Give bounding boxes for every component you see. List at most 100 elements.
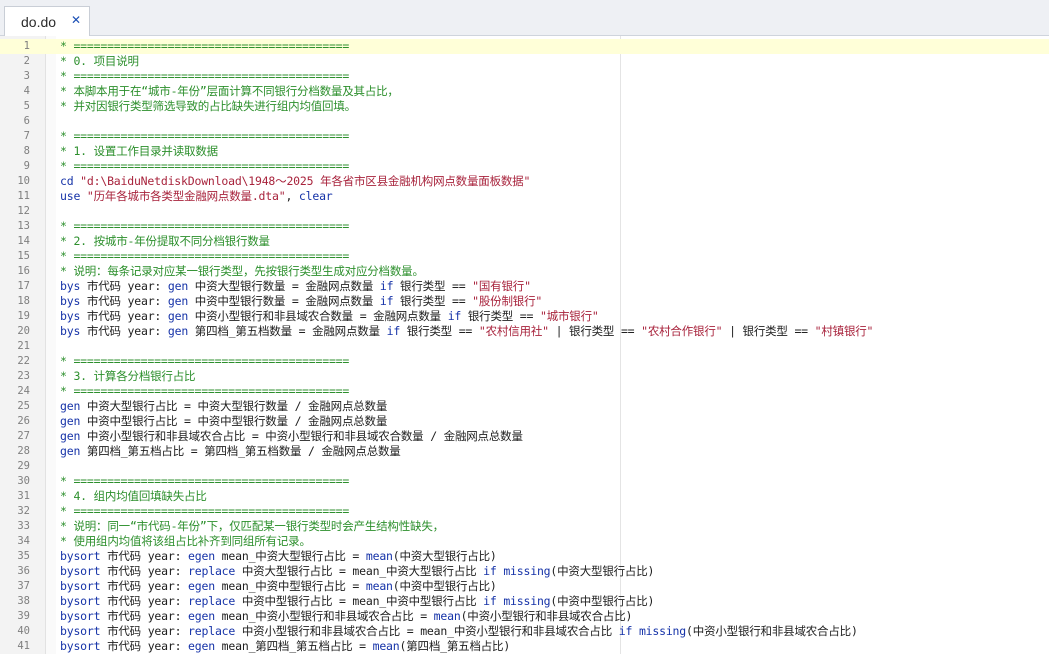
code-token-text: mean_中资小型银行和非县域农合占比 = — [221, 609, 434, 623]
code-editor[interactable]: 1 * =====================================… — [0, 36, 1049, 654]
code-token-string: "农村合作银行" — [641, 324, 723, 338]
code-line[interactable]: 21 — [0, 339, 1049, 354]
code-token-keyword: mean — [372, 639, 400, 653]
code-line[interactable]: 19 bys 市代码 year: gen 中资小型银行和非县域农合数量 = 金融网… — [0, 309, 1049, 324]
code-token-keyword: mean — [365, 549, 393, 563]
code-text: gen 中资小型银行和非县域农合占比 = 中资小型银行和非县域农合数量 / 金融… — [60, 429, 523, 444]
line-number: 11 — [17, 190, 30, 202]
code-line[interactable]: 18 bys 市代码 year: gen 中资中型银行数量 = 金融网点数量 if… — [0, 294, 1049, 309]
code-token-comment: * 2. 按城市-年份提取不同分档银行数量 — [60, 234, 270, 248]
code-line[interactable]: 22 * ====================================… — [0, 354, 1049, 369]
code-line[interactable]: 29 — [0, 459, 1049, 474]
code-token-text: 市代码 year: — [86, 294, 168, 308]
code-text: * ======================================… — [60, 159, 349, 174]
code-line[interactable]: 37 bysort 市代码 year: egen mean_中资中型银行占比 = … — [0, 579, 1049, 594]
code-token-keyword: gen — [60, 444, 87, 458]
code-token-text: 市代码 year: — [107, 639, 189, 653]
code-text: * ======================================… — [60, 39, 349, 54]
code-text: * ======================================… — [60, 249, 349, 264]
line-number: 32 — [17, 505, 30, 517]
code-token-text: 市代码 year: — [107, 594, 189, 608]
code-line[interactable]: 32 * ====================================… — [0, 504, 1049, 519]
code-token-keyword: bysort — [60, 639, 108, 653]
code-token-comment: * 使用组内均值将该组占比补齐到同组所有记录。 — [60, 534, 311, 548]
code-token-keyword: bys — [60, 279, 87, 293]
code-line[interactable]: 6 — [0, 114, 1049, 129]
code-token-comment: * ======================================… — [60, 384, 350, 398]
code-line[interactable]: 10 cd "d:\BaiduNetdiskDownload\1948～2025 … — [0, 174, 1049, 189]
code-line[interactable]: 16 * 说明：每条记录对应某一银行类型，先按银行类型生成对应分档数量。 — [0, 264, 1049, 279]
code-line[interactable]: 1 * =====================================… — [0, 39, 1049, 54]
code-token-text: mean_中资大型银行占比 = — [221, 549, 366, 563]
code-text: * 0. 项目说明 — [60, 54, 139, 69]
code-line[interactable]: 15 * ====================================… — [0, 249, 1049, 264]
code-line[interactable]: 9 * =====================================… — [0, 159, 1049, 174]
code-token-keyword: missing — [638, 624, 687, 638]
code-line[interactable]: 13 * ====================================… — [0, 219, 1049, 234]
code-token-string: "国有银行" — [472, 279, 531, 293]
code-line[interactable]: 23 * 3. 计算各分档银行占比 — [0, 369, 1049, 384]
code-token-string: "股份制银行" — [472, 294, 543, 308]
code-token-comment: * ======================================… — [60, 159, 350, 173]
line-number: 37 — [17, 580, 30, 592]
tab-do-file[interactable]: do.do ✕ — [4, 6, 90, 36]
code-line[interactable]: 38 bysort 市代码 year: replace 中资中型银行占比 = me… — [0, 594, 1049, 609]
code-line[interactable]: 35 bysort 市代码 year: egen mean_中资大型银行占比 = … — [0, 549, 1049, 564]
code-token-keyword: egen — [188, 639, 222, 653]
code-line[interactable]: 2 * 0. 项目说明 — [0, 54, 1049, 69]
code-text: * 1. 设置工作目录并读取数据 — [60, 144, 218, 159]
code-token-text: 市代码 year: — [86, 279, 168, 293]
code-line[interactable]: 7 * =====================================… — [0, 129, 1049, 144]
code-line[interactable]: 12 — [0, 204, 1049, 219]
code-token-text: | 银行类型 == — [722, 324, 815, 338]
code-line[interactable]: 4 * 本脚本用于在“城市-年份”层面计算不同银行分档数量及其占比， — [0, 84, 1049, 99]
code-line[interactable]: 40 bysort 市代码 year: replace 中资小型银行和非县域农合占… — [0, 624, 1049, 639]
code-text: use "历年各城市各类型金融网点数量.dta", clear — [60, 189, 333, 204]
code-line[interactable]: 14 * 2. 按城市-年份提取不同分档银行数量 — [0, 234, 1049, 249]
code-token-text: (第四档_第五档占比) — [399, 639, 511, 653]
code-line[interactable]: 17 bys 市代码 year: gen 中资大型银行数量 = 金融网点数量 if… — [0, 279, 1049, 294]
code-token-keyword: if — [618, 624, 639, 638]
code-line[interactable]: 11 use "历年各城市各类型金融网点数量.dta", clear — [0, 189, 1049, 204]
code-line[interactable]: 33 * 说明：同一“市代码-年份”下，仅匹配某一银行类型时会产生结构性缺失， — [0, 519, 1049, 534]
code-token-keyword: missing — [503, 594, 551, 608]
code-line[interactable]: 41 bysort 市代码 year: egen mean_第四档_第五档占比 =… — [0, 639, 1049, 654]
code-text: bysort 市代码 year: egen mean_第四档_第五档占比 = m… — [60, 639, 510, 654]
code-text: * 本脚本用于在“城市-年份”层面计算不同银行分档数量及其占比， — [60, 84, 399, 99]
code-line[interactable]: 26 gen 中资中型银行占比 = 中资中型银行数量 / 金融网点总数量 — [0, 414, 1049, 429]
code-token-text: mean_第四档_第五档占比 = — [221, 639, 373, 653]
code-token-comment: * ======================================… — [60, 504, 350, 518]
line-number: 39 — [17, 610, 30, 622]
code-line[interactable]: 24 * ====================================… — [0, 384, 1049, 399]
code-text: * 使用组内均值将该组占比补齐到同组所有记录。 — [60, 534, 311, 549]
code-line[interactable]: 25 gen 中资大型银行占比 = 中资大型银行数量 / 金融网点总数量 — [0, 399, 1049, 414]
code-line[interactable]: 31 * 4. 组内均值回填缺失占比 — [0, 489, 1049, 504]
code-line[interactable]: 3 * =====================================… — [0, 69, 1049, 84]
code-line[interactable]: 34 * 使用组内均值将该组占比补齐到同组所有记录。 — [0, 534, 1049, 549]
code-token-text: 银行类型 == — [400, 294, 473, 308]
line-number: 23 — [17, 370, 30, 382]
code-line[interactable]: 8 * 1. 设置工作目录并读取数据 — [0, 144, 1049, 159]
line-number: 22 — [17, 355, 30, 367]
code-text: * 说明：每条记录对应某一银行类型，先按银行类型生成对应分档数量。 — [60, 264, 424, 279]
code-token-comment: * 0. 项目说明 — [60, 54, 139, 68]
code-line[interactable]: 20 bys 市代码 year: gen 第四档_第五档数量 = 金融网点数量 i… — [0, 324, 1049, 339]
code-token-text: (中资小型银行和非县域农合占比) — [460, 609, 633, 623]
code-line[interactable]: 30 * ====================================… — [0, 474, 1049, 489]
line-number: 40 — [17, 625, 30, 637]
code-token-keyword: if — [386, 324, 407, 338]
code-line[interactable]: 5 * 并对因银行类型筛选导致的占比缺失进行组内均值回填。 — [0, 99, 1049, 114]
line-number: 16 — [17, 265, 30, 277]
code-token-text: 市代码 year: — [86, 324, 168, 338]
code-line[interactable]: 39 bysort 市代码 year: egen mean_中资小型银行和非县域农… — [0, 609, 1049, 624]
code-token-comment: * 并对因银行类型筛选导致的占比缺失进行组内均值回填。 — [60, 99, 356, 113]
code-token-keyword: replace — [188, 564, 242, 578]
code-line[interactable]: 36 bysort 市代码 year: replace 中资大型银行占比 = me… — [0, 564, 1049, 579]
code-token-keyword: if — [379, 294, 401, 308]
code-token-keyword: bysort — [60, 594, 108, 608]
code-line[interactable]: 27 gen 中资小型银行和非县域农合占比 = 中资小型银行和非县域农合数量 / … — [0, 429, 1049, 444]
code-token-string: "村镇银行" — [814, 324, 874, 338]
close-icon[interactable]: ✕ — [67, 11, 85, 29]
code-token-keyword: if — [483, 564, 504, 578]
code-line[interactable]: 28 gen 第四档_第五档占比 = 第四档_第五档数量 / 金融网点总数量 — [0, 444, 1049, 459]
